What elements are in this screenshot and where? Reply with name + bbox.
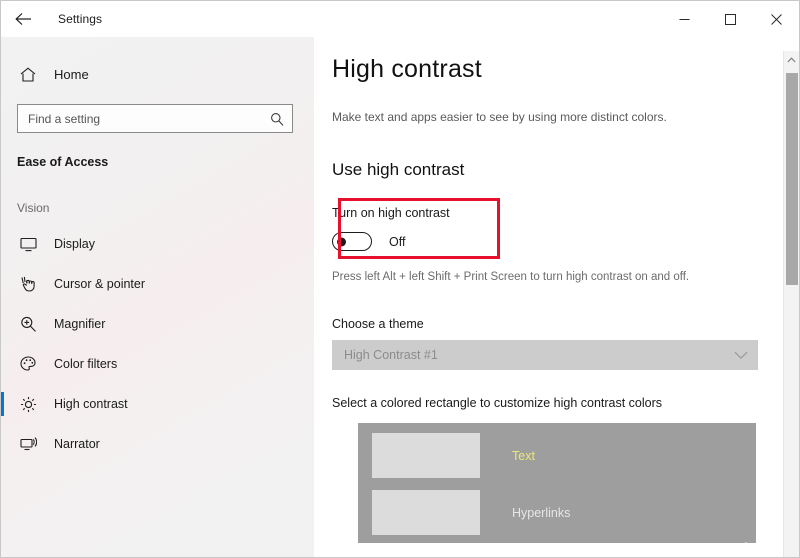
high-contrast-toggle-block: Turn on high contrast Off	[332, 198, 799, 259]
home-icon	[17, 66, 39, 82]
sidebar-item-label-home: Home	[54, 66, 89, 82]
sidebar-item-home[interactable]: Home	[1, 58, 314, 90]
sidebar: Home Ease of Access Vision Display	[1, 37, 314, 557]
back-arrow-icon[interactable]	[1, 1, 45, 37]
sidebar-item-label-magnifier: Magnifier	[54, 317, 106, 331]
sidebar-section-title: Ease of Access	[17, 155, 109, 169]
high-contrast-preview-panel: Text Hyperlinks	[358, 423, 756, 543]
page-title: High contrast	[332, 55, 482, 83]
color-swatch-text[interactable]	[372, 433, 480, 478]
page-description: Make text and apps easier to see by usin…	[332, 110, 667, 124]
sidebar-group-label: Vision	[17, 201, 50, 215]
sidebar-item-magnifier[interactable]: Magnifier	[1, 304, 314, 344]
search-box[interactable]	[17, 104, 293, 133]
narrator-icon	[17, 436, 39, 452]
preview-label-hyperlinks: Hyperlinks	[512, 505, 571, 520]
close-icon[interactable]	[753, 1, 799, 37]
sidebar-item-display[interactable]: Display	[1, 224, 314, 264]
toggle-label: Turn on high contrast	[332, 206, 450, 220]
chevron-up-icon[interactable]	[784, 51, 799, 69]
color-palette-icon	[17, 356, 39, 372]
preview-label-text: Text	[512, 448, 535, 463]
keyboard-shortcut-hint: Press left Alt + left Shift + Print Scre…	[332, 271, 690, 283]
sidebar-item-label-cursor-pointer: Cursor & pointer	[54, 277, 146, 291]
toggle-row: Off	[332, 232, 799, 251]
high-contrast-toggle-switch[interactable]	[332, 232, 372, 251]
theme-field-label: Choose a theme	[332, 317, 424, 331]
sidebar-item-high-contrast[interactable]: High contrast	[1, 384, 314, 424]
chevron-down-icon	[734, 351, 748, 360]
content-scrollbar[interactable]	[783, 51, 799, 557]
toggle-knob	[337, 237, 346, 246]
sidebar-item-label-display: Display	[54, 237, 95, 251]
sidebar-item-color-filters[interactable]: Color filters	[1, 344, 314, 384]
app-title: Settings	[58, 12, 103, 26]
sidebar-nav: Display Cursor & pointer Magnifier Color…	[1, 224, 314, 464]
settings-window: Settings Home Find a setting Ease of Acc…	[0, 0, 800, 558]
sub-heading-use-high-contrast: Use high contrast	[332, 160, 465, 179]
preview-row-hyperlinks: Hyperlinks	[372, 490, 756, 535]
monitor-icon	[17, 237, 39, 252]
titlebar: Settings	[1, 1, 799, 37]
color-swatch-hyperlinks[interactable]	[372, 490, 480, 535]
cursor-hand-icon	[17, 276, 39, 292]
sidebar-item-narrator[interactable]: Narrator	[1, 424, 314, 464]
scrollbar-thumb[interactable]	[786, 73, 798, 285]
sidebar-item-label-narrator: Narrator	[54, 437, 100, 451]
main-content: High contrast Make text and apps easier …	[314, 37, 799, 557]
brightness-sun-icon	[17, 396, 39, 413]
window-controls	[661, 1, 799, 37]
watermark: wsxdn.com	[721, 541, 779, 553]
toggle-state-label: Off	[389, 234, 406, 249]
theme-selected-value: High Contrast #1	[344, 348, 438, 362]
maximize-icon[interactable]	[707, 1, 753, 37]
sidebar-item-cursor-pointer[interactable]: Cursor & pointer	[1, 264, 314, 304]
sidebar-item-label-color-filters: Color filters	[54, 357, 118, 371]
search-icon[interactable]	[270, 112, 284, 126]
search-input[interactable]	[18, 105, 292, 132]
theme-dropdown[interactable]: High Contrast #1	[332, 340, 758, 370]
magnifier-icon	[17, 316, 39, 332]
sidebar-item-label-high-contrast: High contrast	[54, 397, 128, 411]
customize-colors-label: Select a colored rectangle to customize …	[332, 396, 663, 410]
minimize-icon[interactable]	[661, 1, 707, 37]
preview-row-text: Text	[372, 433, 756, 478]
